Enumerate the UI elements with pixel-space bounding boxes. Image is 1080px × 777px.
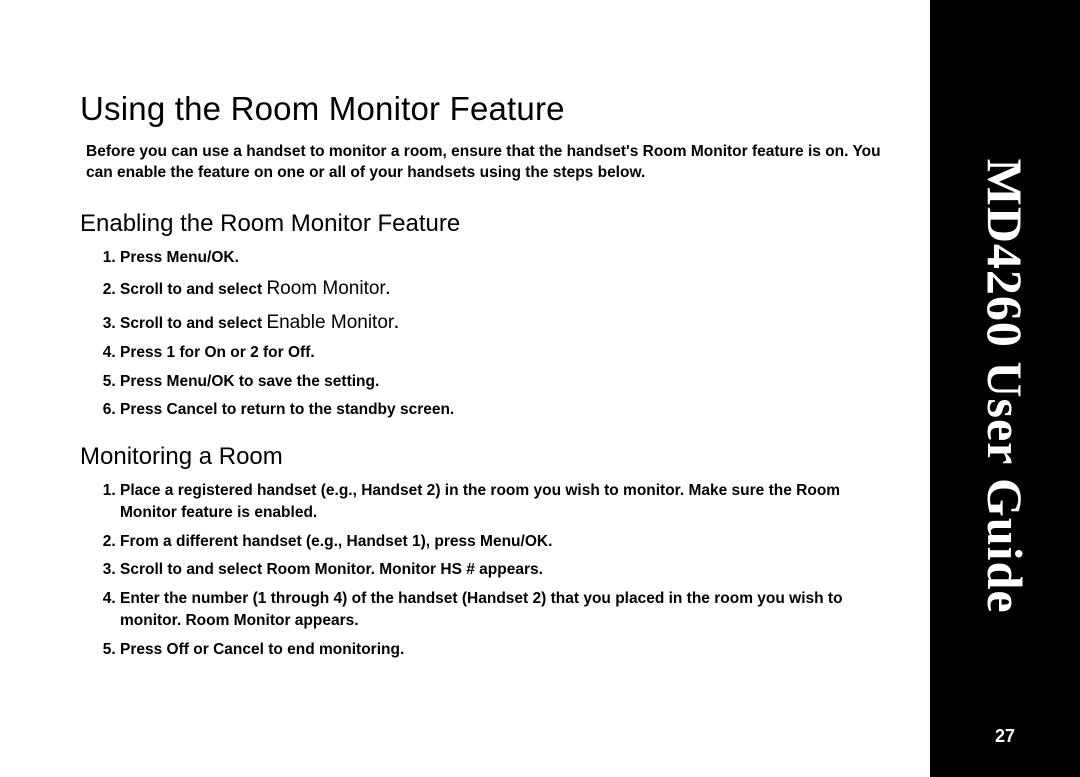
step-text: Room Monitor (266, 561, 370, 578)
enable-steps: Press Menu/OK.Scroll to and select Room … (86, 244, 900, 425)
step-text: or 2 for (226, 344, 288, 361)
step-item: Press Menu/OK. (120, 244, 900, 272)
step-text: Handset 1 (347, 533, 421, 550)
step-text: Handset 2 (467, 590, 541, 607)
step-item: Press Cancel to return to the standby sc… (120, 396, 900, 424)
step-item: From a different handset (e.g., Handset … (120, 528, 900, 556)
step-text: Menu/OK (167, 249, 235, 266)
step-text: Menu/OK (480, 533, 548, 550)
step-text: Menu/OK (167, 373, 235, 390)
sidebar: MD4260 User Guide 27 (930, 0, 1080, 777)
step-text: Press (120, 249, 167, 266)
step-text: ), press (421, 533, 480, 550)
step-item: Press Off or Cancel to end monitoring. (120, 636, 900, 664)
intro-text-1: Before you can use a handset to monitor … (86, 143, 643, 160)
step-text: . (386, 281, 390, 298)
step-text: Press (120, 373, 167, 390)
page-number: 27 (930, 726, 1080, 747)
step-text: Press (120, 401, 167, 418)
step-text: Press (120, 641, 167, 658)
step-item: Scroll to and select Room Monitor. Monit… (120, 556, 900, 584)
step-text: . (310, 344, 314, 361)
step-item: Press Menu/OK to save the setting. (120, 368, 900, 396)
intro-feature-name: Room Monitor (643, 143, 748, 160)
monitor-steps: Place a registered handset (e.g., Handse… (86, 477, 900, 664)
ui-label: Room Monitor (266, 278, 385, 299)
ui-label: Enable Monitor (266, 312, 394, 333)
step-text: On (204, 344, 226, 361)
step-text: Scroll to and select (120, 315, 266, 332)
content-area: Using the Room Monitor Feature Before yo… (80, 90, 900, 672)
guide-title: MD4260 User Guide (976, 158, 1034, 613)
step-text: Enter the number (1 through 4) of the ha… (120, 590, 467, 607)
step-text: Scroll to and select (120, 281, 266, 298)
step-text: Off (288, 344, 310, 361)
step-text: Room Monitor (185, 612, 290, 629)
step-item: Place a registered handset (e.g., Handse… (120, 477, 900, 528)
step-item: Press 1 for On or 2 for Off. (120, 339, 900, 367)
section-monitor-heading: Monitoring a Room (80, 443, 900, 471)
step-text: . (548, 533, 552, 550)
step-text: Cancel (213, 641, 264, 658)
step-text: Cancel (167, 401, 218, 418)
step-item: Scroll to and select Room Monitor. (120, 272, 900, 306)
step-text: . (394, 315, 398, 332)
page-title: Using the Room Monitor Feature (80, 90, 900, 128)
step-text: From a different handset (e.g., (120, 533, 347, 550)
step-text: Off (167, 641, 189, 658)
step-text: to save the setting. (235, 373, 380, 390)
step-text: . (371, 561, 380, 578)
step-text: appears. (291, 612, 359, 629)
step-text: Handset 2 (361, 482, 435, 499)
step-text: Press 1 for (120, 344, 204, 361)
step-text: Scroll to and select (120, 561, 266, 578)
step-text: to return to the standby screen. (217, 401, 454, 418)
intro-paragraph: Before you can use a handset to monitor … (86, 142, 900, 184)
step-text: or (189, 641, 213, 658)
page: MD4260 User Guide 27 Using the Room Moni… (0, 0, 1080, 777)
step-text: appears. (475, 561, 543, 578)
step-item: Scroll to and select Enable Monitor. (120, 306, 900, 340)
step-text: Place a registered handset (e.g., (120, 482, 361, 499)
step-text: . (235, 249, 239, 266)
step-item: Enter the number (1 through 4) of the ha… (120, 585, 900, 636)
step-text: to end monitoring. (264, 641, 404, 658)
section-enable-heading: Enabling the Room Monitor Feature (80, 210, 900, 238)
step-text: Monitor HS # (379, 561, 475, 578)
